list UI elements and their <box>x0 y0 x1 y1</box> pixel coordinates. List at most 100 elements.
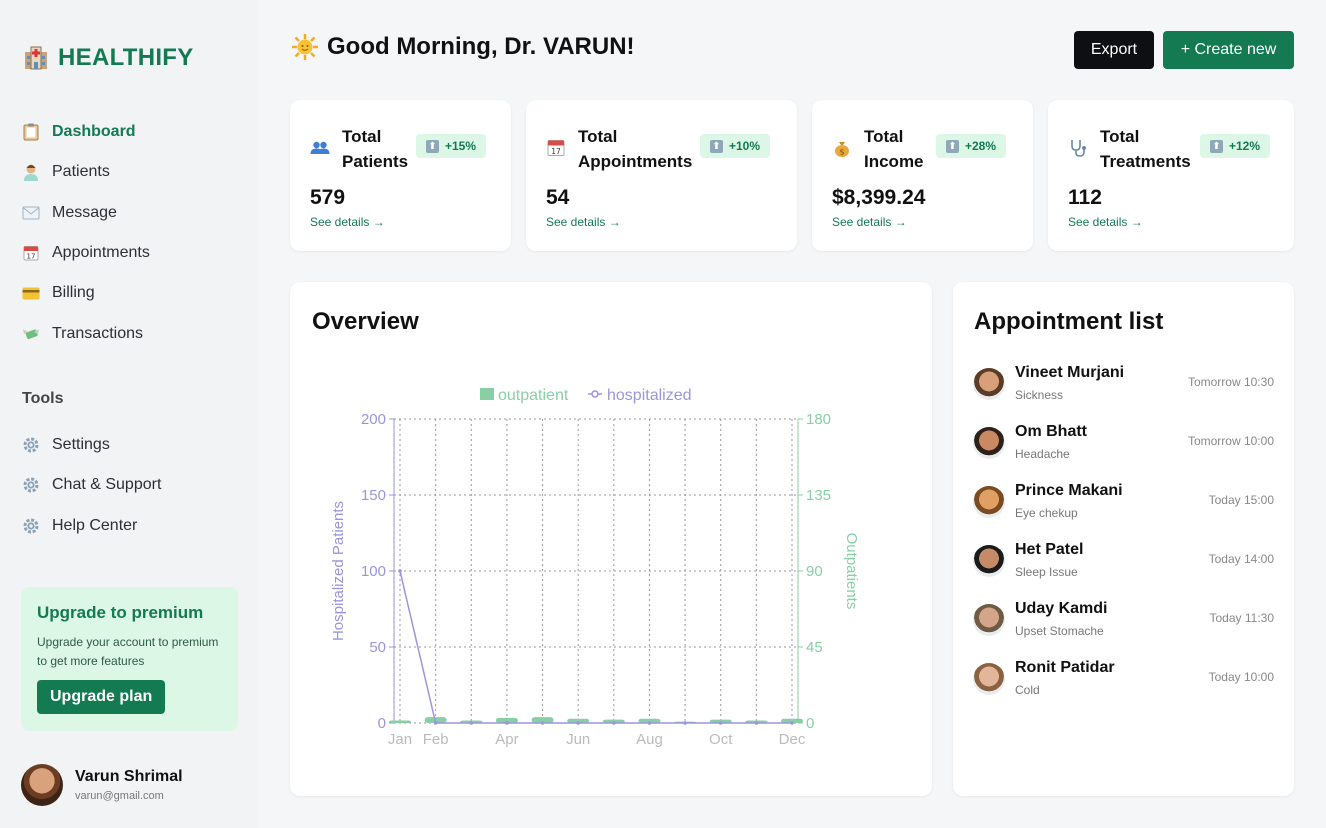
up-arrow-icon: ⬆ <box>1210 139 1223 153</box>
stat-title: Total Patients <box>342 127 409 171</box>
avatar <box>973 604 1005 636</box>
appointment-reason: Upset Stomache <box>1015 624 1104 638</box>
appointment-item[interactable]: Vineet Murjani Sickness Tomorrow 10:30 <box>973 364 1274 408</box>
stat-title: Total Appointments <box>578 127 693 171</box>
export-button[interactable]: Export <box>1074 31 1154 69</box>
upgrade-title: Upgrade to premium <box>37 603 204 622</box>
people-icon <box>310 138 330 158</box>
brand-logo[interactable]: HEALTHIFY <box>22 44 194 72</box>
hospitalized-point <box>433 721 438 725</box>
nav-item-billing[interactable]: Billing <box>22 273 150 313</box>
appointment-item[interactable]: Het Patel Sleep Issue Today 14:00 <box>973 541 1274 585</box>
appointment-item[interactable]: Prince Makani Eye chekup Today 15:00 <box>973 482 1274 526</box>
badge-value: +15% <box>445 139 477 153</box>
right-tick-label: 135 <box>806 487 831 504</box>
hospitalized-point <box>398 569 402 573</box>
right-tick-label: 0 <box>806 715 814 732</box>
hospitalized-legend-marker <box>591 390 599 398</box>
see-details-link[interactable]: See details → <box>310 215 385 229</box>
nav-item-patients[interactable]: Patients <box>22 152 150 192</box>
see-details-link[interactable]: See details → <box>1068 215 1143 229</box>
hospitalized-point <box>683 721 687 725</box>
nav-item-appointments[interactable]: 17 Appointments <box>22 233 150 273</box>
nav-item-chat-support[interactable]: Chat & Support <box>22 465 161 505</box>
user-email: varun@gmail.com <box>75 790 164 802</box>
gear-icon <box>22 476 40 494</box>
trend-badge: ⬆ +15% <box>416 134 487 158</box>
hospitalized-point <box>718 721 723 725</box>
trend-badge: ⬆ +12% <box>1200 134 1271 158</box>
appointment-time: Today 10:00 <box>1208 670 1274 684</box>
up-arrow-icon: ⬆ <box>946 139 959 153</box>
nav-item-dashboard[interactable]: Dashboard <box>22 112 150 152</box>
nav-label: Transactions <box>52 324 143 342</box>
envelope-icon <box>22 204 40 222</box>
x-tick-label: Apr <box>495 731 518 748</box>
appointment-list-title: Appointment list <box>974 308 1164 335</box>
hospitalized-point <box>754 721 759 725</box>
avatar <box>973 663 1005 695</box>
appointment-item[interactable]: Om Bhatt Headache Tomorrow 10:00 <box>973 423 1274 467</box>
stat-card-appointments: 17 Total Appointments ⬆ +10% 54 See deta… <box>526 100 797 251</box>
x-tick-label: Aug <box>636 731 663 748</box>
appointment-item[interactable]: Ronit Patidar Cold Today 10:00 <box>973 659 1274 703</box>
upgrade-plan-button[interactable]: Upgrade plan <box>37 680 166 714</box>
stat-value: 54 <box>546 186 570 209</box>
nav-label: Dashboard <box>52 123 136 141</box>
x-tick-label: Jan <box>388 731 412 748</box>
create-new-button[interactable]: + Create new <box>1163 31 1294 69</box>
stat-value: $8,399.24 <box>832 186 926 209</box>
patient-name: Prince Makani <box>1015 482 1123 499</box>
patient-name: Vineet Murjani <box>1015 364 1125 381</box>
hospitalized-point <box>505 721 509 725</box>
nav-label: Message <box>52 203 117 221</box>
appointment-item[interactable]: Uday Kamdi Upset Stomache Today 11:30 <box>973 600 1274 644</box>
stat-value: 579 <box>310 186 346 209</box>
trend-badge: ⬆ +28% <box>936 134 1007 158</box>
nav-label: Settings <box>52 436 110 454</box>
stat-title: Total Treatments <box>1100 127 1191 171</box>
left-tick-label: 150 <box>361 487 386 504</box>
right-axis-label: Outpatients <box>843 533 860 610</box>
left-axis-label: Hospitalized Patients <box>330 501 347 641</box>
avatar <box>973 545 1005 577</box>
nav-item-message[interactable]: Message <box>22 193 150 233</box>
brand-name: HEALTHIFY <box>58 44 194 71</box>
nav-label: Chat & Support <box>52 476 162 494</box>
trend-badge: ⬆ +10% <box>700 134 771 158</box>
x-tick-label: Feb <box>423 731 449 748</box>
stat-card-income: $ Total Income ⬆ +28% $8,399.24 See deta… <box>812 100 1033 251</box>
sun-icon <box>291 33 319 61</box>
calendar-icon: 17 <box>22 244 40 262</box>
stat-card-treatments: Total Treatments ⬆ +12% 112 See details … <box>1048 100 1294 251</box>
gear-icon <box>22 517 40 535</box>
greeting-text: Good Morning, Dr. VARUN! <box>327 33 635 60</box>
see-details-link[interactable]: See details → <box>546 215 621 229</box>
patient-name: Uday Kamdi <box>1015 600 1108 617</box>
main-nav: Dashboard Patients Message 17 Appointmen… <box>22 112 150 354</box>
nav-item-settings[interactable]: Settings <box>22 425 161 465</box>
tools-heading: Tools <box>22 390 64 407</box>
appointment-reason: Cold <box>1015 683 1040 697</box>
up-arrow-icon: ⬆ <box>426 139 439 153</box>
left-tick-label: 100 <box>361 563 386 580</box>
nav-label: Help Center <box>52 516 138 534</box>
user-name: Varun Shrimal <box>75 768 183 785</box>
appointment-time: Today 11:30 <box>1209 611 1275 625</box>
nav-item-transactions[interactable]: Transactions <box>22 313 150 353</box>
hospitalized-point <box>647 721 652 725</box>
overview-chart: 0 50 100 150 200 0 45 90 135 180 Hospitalized Pati… <box>330 387 860 748</box>
appointment-list-panel: Appointment list Vineet Murjani Sickness T… <box>953 282 1294 796</box>
patient-name: Ronit Patidar <box>1015 659 1115 676</box>
sidebar: HEALTHIFY Dashboard Patients Message 17 … <box>0 0 258 828</box>
user-profile[interactable]: Varun Shrimal varun@gmail.com <box>21 764 183 806</box>
see-details-link[interactable]: See details → <box>832 215 907 229</box>
money-bag-icon: $ <box>832 138 852 158</box>
hospitalized-legend-label: hospitalized <box>607 387 692 404</box>
page-title: Good Morning, Dr. VARUN! <box>291 33 635 61</box>
appointment-time: Tomorrow 10:30 <box>1187 375 1274 389</box>
avatar <box>973 427 1005 459</box>
nav-label: Patients <box>52 163 110 181</box>
svg-text:$: $ <box>839 148 844 157</box>
nav-item-help-center[interactable]: Help Center <box>22 506 161 546</box>
